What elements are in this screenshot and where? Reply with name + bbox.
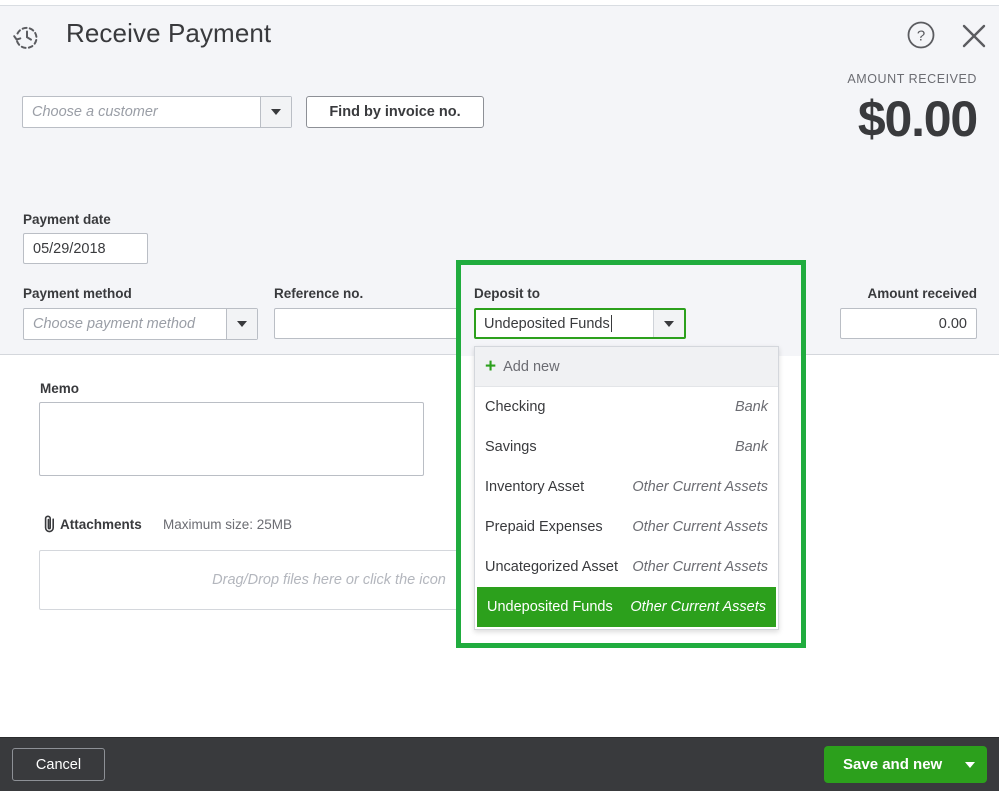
paperclip-icon xyxy=(41,514,58,534)
deposit-to-input[interactable]: Undeposited Funds xyxy=(476,310,653,337)
payment-date-label: Payment date xyxy=(23,212,111,227)
close-x-icon[interactable] xyxy=(958,20,990,52)
dropdown-option-type: Other Current Assets xyxy=(632,479,768,495)
payment-method-input[interactable]: Choose payment method xyxy=(24,309,226,339)
deposit-to-dropdown-button[interactable] xyxy=(653,310,684,337)
memo-label: Memo xyxy=(40,381,80,396)
payment-method-select[interactable]: Choose payment method xyxy=(23,308,258,340)
save-and-new-label: Save and new xyxy=(843,756,943,773)
chevron-down-icon xyxy=(237,321,247,327)
dropdown-option-label: Undeposited Funds xyxy=(487,599,613,615)
chevron-down-icon xyxy=(271,109,281,115)
amount-received-label: Amount received xyxy=(867,286,977,301)
amount-received-summary-label: AMOUNT RECEIVED xyxy=(847,72,977,86)
customer-select[interactable]: Choose a customer xyxy=(22,96,292,128)
dropdown-option-type: Other Current Assets xyxy=(630,599,766,615)
deposit-to-label: Deposit to xyxy=(474,286,540,301)
plus-icon: + xyxy=(485,356,497,377)
dropdown-option-type: Other Current Assets xyxy=(632,559,768,575)
history-clock-icon[interactable] xyxy=(10,20,44,54)
dropdown-option-type: Bank xyxy=(734,439,768,455)
deposit-to-select[interactable]: Undeposited Funds xyxy=(474,308,686,339)
dropdown-option-checking[interactable]: Checking Bank xyxy=(475,387,778,427)
deposit-to-dropdown-list[interactable]: + Add new Checking Bank Savings Bank Inv… xyxy=(474,346,779,630)
payment-method-dropdown-button[interactable] xyxy=(226,309,257,339)
save-and-new-button[interactable]: Save and new xyxy=(824,746,987,783)
payment-method-label: Payment method xyxy=(23,286,132,301)
dropdown-option-undeposited-funds[interactable]: Undeposited Funds Other Current Assets xyxy=(477,587,776,627)
dropdown-option-label: Prepaid Expenses xyxy=(485,519,603,535)
dropdown-option-type: Bank xyxy=(734,399,768,415)
dropdown-option-add-new[interactable]: + Add new xyxy=(475,347,778,387)
help-circle-icon[interactable]: ? xyxy=(906,20,936,50)
amount-received-summary-value: $0.00 xyxy=(857,91,978,147)
dropdown-option-type: Other Current Assets xyxy=(632,519,768,535)
customer-input[interactable]: Choose a customer xyxy=(23,97,260,127)
dropdown-option-label: Inventory Asset xyxy=(485,479,585,495)
customer-dropdown-button[interactable] xyxy=(260,97,291,127)
dropdown-option-label: Add new xyxy=(503,358,560,375)
chevron-down-icon xyxy=(965,761,975,768)
dropdown-option-inventory-asset[interactable]: Inventory Asset Other Current Assets xyxy=(475,467,778,507)
save-options-dropdown-button[interactable] xyxy=(953,761,987,768)
find-by-invoice-button[interactable]: Find by invoice no. xyxy=(306,96,484,128)
page-title: Receive Payment xyxy=(66,18,272,48)
svg-text:?: ? xyxy=(917,28,925,45)
amount-received-input[interactable]: 0.00 xyxy=(840,308,977,339)
dropdown-option-savings[interactable]: Savings Bank xyxy=(475,427,778,467)
cancel-button[interactable]: Cancel xyxy=(12,748,105,781)
dropdown-option-label: Savings xyxy=(485,439,537,455)
reference-no-label: Reference no. xyxy=(274,286,364,301)
attachments-label: Attachments xyxy=(60,517,142,532)
attachments-max-size: Maximum size: 25MB xyxy=(163,517,293,532)
attachments-dropzone-text: Drag/Drop files here or click the icon xyxy=(212,572,446,588)
dropdown-option-uncategorized-asset[interactable]: Uncategorized Asset Other Current Assets xyxy=(475,547,778,587)
dropdown-option-prepaid-expenses[interactable]: Prepaid Expenses Other Current Assets xyxy=(475,507,778,547)
dropdown-option-label: Checking xyxy=(485,399,546,415)
text-cursor xyxy=(610,315,612,332)
dropdown-option-label: Uncategorized Asset xyxy=(485,559,618,575)
chevron-down-icon xyxy=(664,320,674,327)
memo-input[interactable] xyxy=(39,402,424,476)
receive-payment-window: Receive Payment ? AMOUNT RECEIVED $0.00 … xyxy=(0,0,999,791)
deposit-to-value: Undeposited Funds xyxy=(484,315,610,332)
payment-date-input[interactable]: 05/29/2018 xyxy=(23,233,148,264)
